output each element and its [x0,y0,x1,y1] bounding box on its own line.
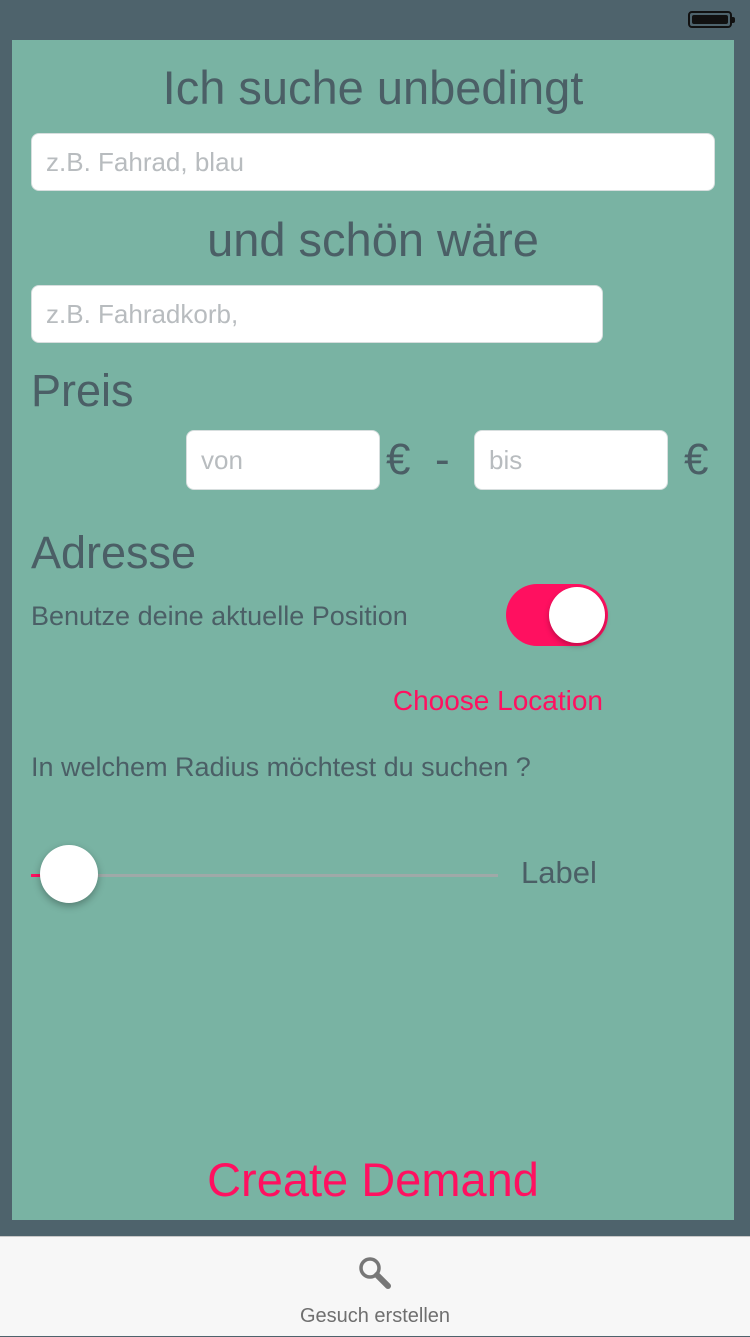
price-separator: - [435,435,450,484]
tab-bar: Gesuch erstellen [0,1236,750,1336]
price-from-input[interactable] [186,430,380,490]
create-demand-button[interactable]: Create Demand [12,1152,734,1208]
toggle-knob [549,587,605,643]
use-location-label: Benutze deine aktuelle Position [31,601,408,631]
address-title: Adresse [31,527,197,578]
tab-label: Gesuch erstellen [299,1305,451,1327]
radius-slider-thumb[interactable] [40,845,99,903]
radius-value-label: Label [521,855,597,890]
radius-question: In welchem Radius möchtest du suchen ? [31,752,531,782]
must-have-input[interactable] [31,133,715,191]
search-icon [359,1257,391,1289]
price-from-currency: € [386,435,411,484]
use-location-toggle[interactable] [506,584,608,646]
price-to-input[interactable] [474,430,668,490]
nice-to-have-heading: und schön wäre [207,213,539,266]
price-to-currency: € [684,435,709,484]
price-title: Preis [31,365,134,416]
must-have-heading: Ich suche unbedingt [162,61,584,114]
nice-to-have-input[interactable] [31,285,603,343]
demand-form: Ich suche unbedingt und schön wäre Preis… [12,40,734,1220]
tab-gesuch-erstellen[interactable]: Gesuch erstellen [275,1237,475,1337]
battery-icon [688,11,735,28]
status-bar [0,0,750,40]
choose-location-link[interactable]: Choose Location [393,685,603,717]
radius-slider-track[interactable] [31,874,498,877]
